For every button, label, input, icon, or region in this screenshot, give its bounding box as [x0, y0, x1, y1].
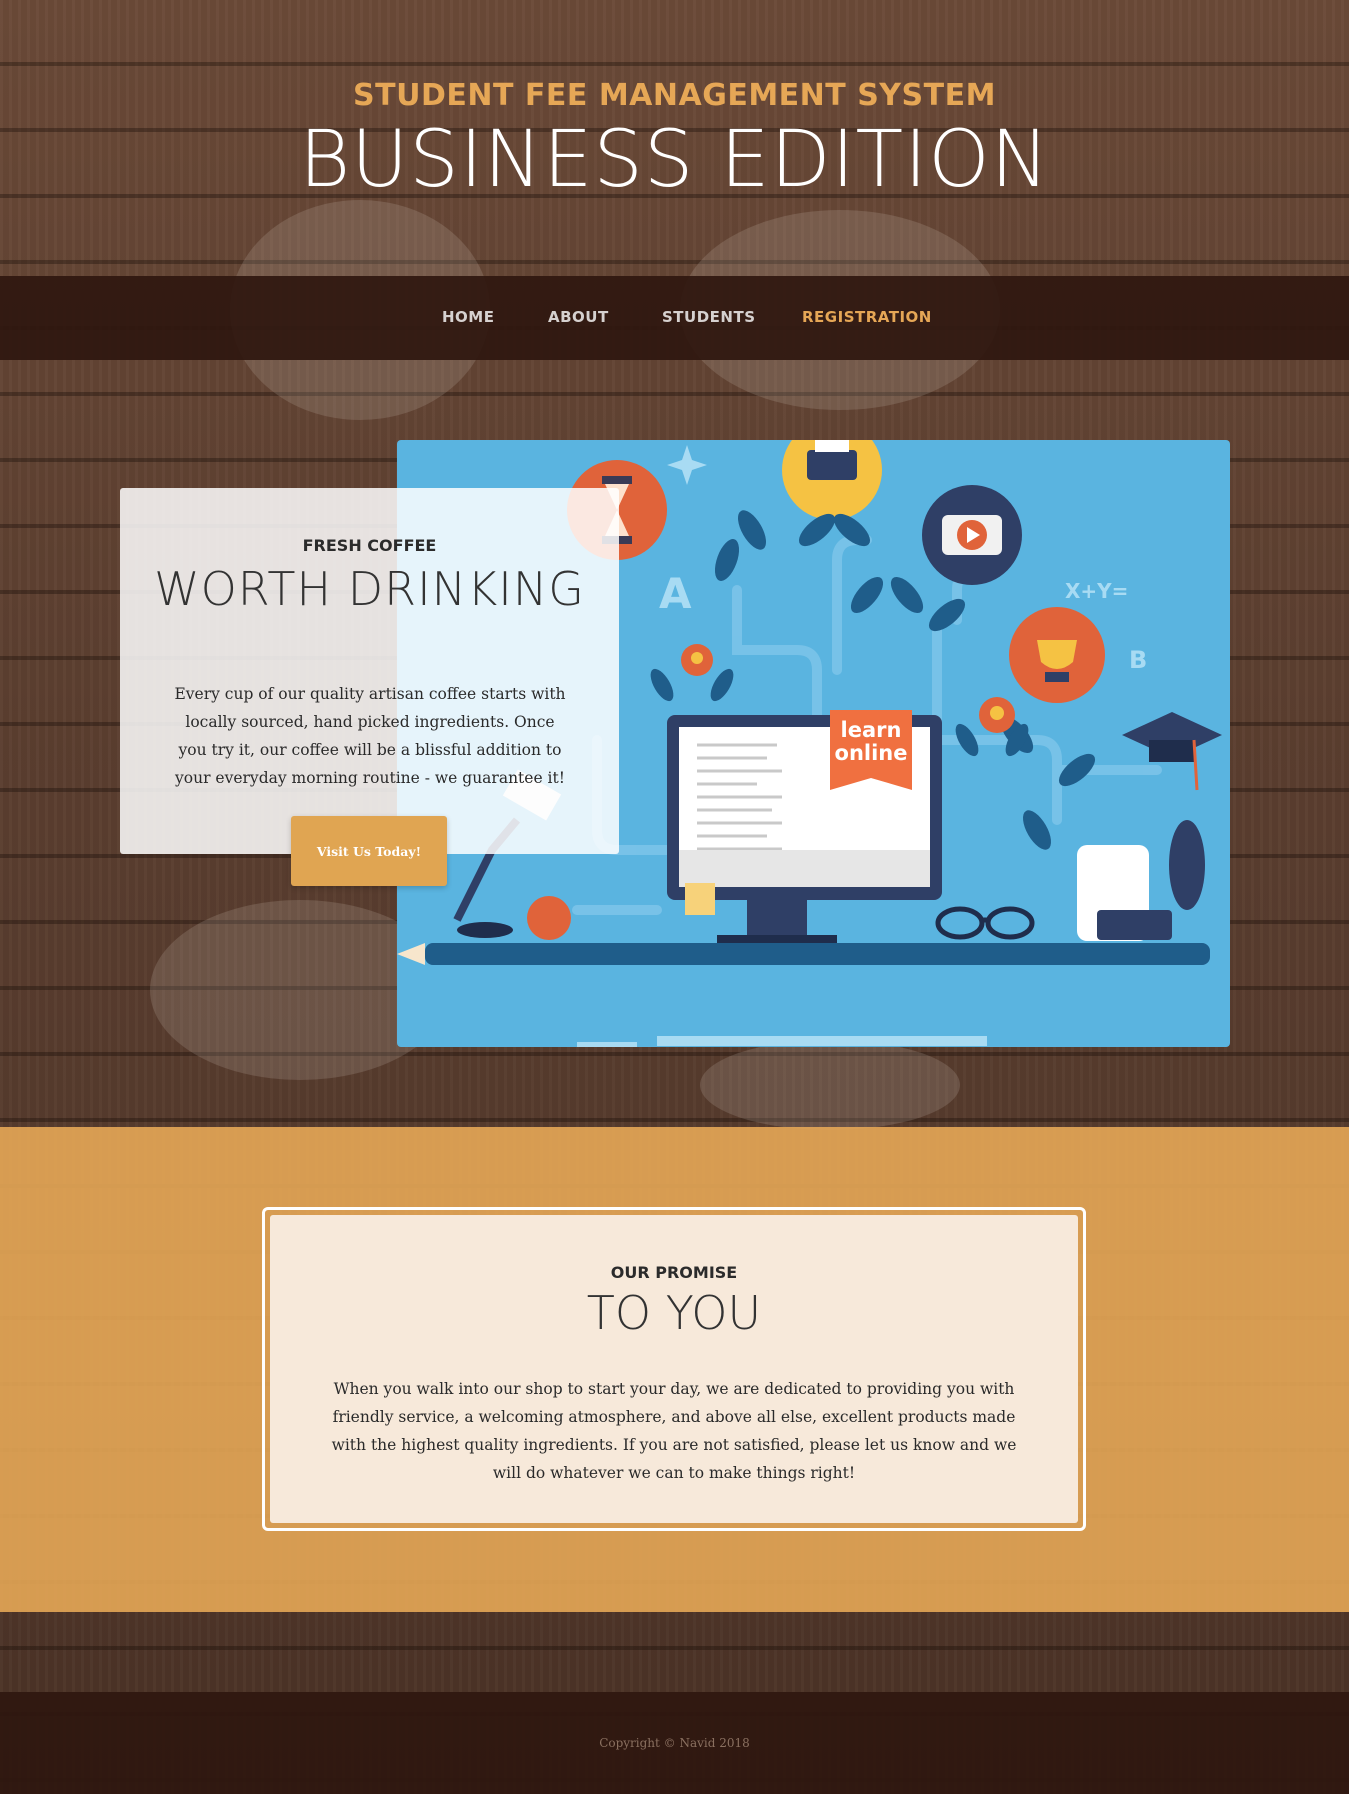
promise-card: OUR PROMISE TO YOU When you walk into ou…	[270, 1215, 1078, 1523]
feature-card: FRESH COFFEE WORTH DRINKING Every cup of…	[120, 488, 619, 854]
promise-section: OUR PROMISE TO YOU When you walk into ou…	[0, 1127, 1349, 1612]
background-figure	[700, 1040, 960, 1130]
footer: Copyright © Navid 2018	[0, 1692, 1349, 1794]
glasses-icon	[935, 906, 1035, 940]
feature-card-upper-heading: FRESH COFFEE	[302, 536, 437, 555]
visit-us-button[interactable]: Visit Us Today!	[291, 816, 447, 886]
promise-lower-heading: TO YOU	[586, 1286, 762, 1340]
main-navbar: HOME ABOUT STUDENTS REGISTRATION	[0, 276, 1349, 360]
promise-text: When you walk into our shop to start you…	[331, 1380, 1017, 1482]
nav-item-home[interactable]: HOME	[442, 308, 494, 326]
feature-card-lower-heading-wrap: WORTH DRINKING	[120, 560, 619, 632]
site-heading-upper: STUDENT FEE MANAGEMENT SYSTEM	[353, 78, 996, 113]
feature-card-lower-heading: WORTH DRINKING	[154, 562, 585, 616]
nav-item-about[interactable]: ABOUT	[548, 308, 609, 326]
badge-online-label: online	[835, 741, 908, 765]
site-heading-lower: BUSINESS EDITION	[299, 115, 1050, 205]
badge-learn-label: learn	[841, 718, 902, 742]
promise-frame: OUR PROMISE TO YOU When you walk into ou…	[262, 1207, 1086, 1531]
nav-item-students[interactable]: STUDENTS	[662, 308, 756, 326]
sticky-note-icon	[685, 883, 715, 915]
letter-b-label: B	[1129, 646, 1147, 674]
nav-list: HOME ABOUT STUDENTS REGISTRATION	[0, 276, 1349, 360]
letter-a-label: A	[659, 569, 692, 618]
promise-upper-heading: OUR PROMISE	[610, 1263, 738, 1282]
apple-icon	[527, 896, 571, 940]
copyright-text: Copyright © Navid 2018	[599, 1736, 750, 1750]
nav-item-registration[interactable]: REGISTRATION	[802, 308, 932, 326]
feather-icon	[1169, 820, 1205, 910]
sparkle-icon	[667, 445, 707, 485]
feature-card-text: Every cup of our quality artisan coffee …	[174, 685, 566, 787]
formula-label: X+Y=	[1065, 579, 1128, 603]
pencil-icon	[425, 943, 1210, 965]
